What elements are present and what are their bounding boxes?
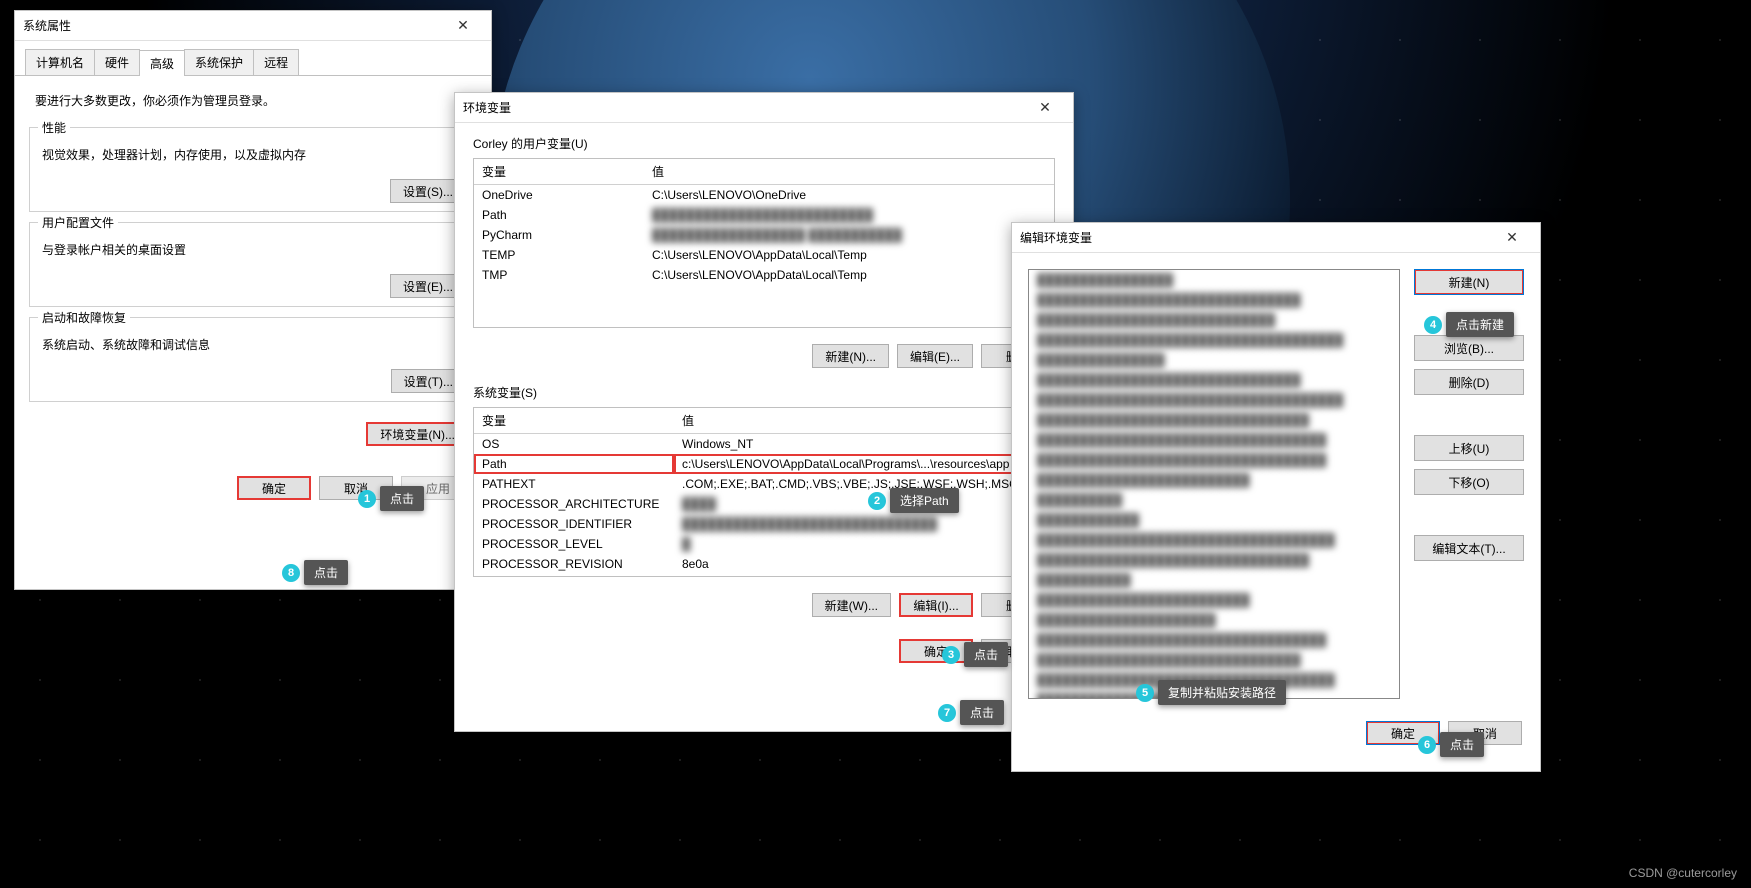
editenv-up-button[interactable]: 上移(U) (1414, 435, 1524, 461)
table-row[interactable]: TEMPC:\Users\LENOVO\AppData\Local\Temp (474, 245, 1054, 265)
list-item[interactable]: █████████████████████████ (1029, 470, 1399, 490)
sysprops-title: 系统属性 (23, 17, 443, 34)
editenv-down-button[interactable]: 下移(O) (1414, 469, 1524, 495)
sysprops-titlebar: 系统属性 ✕ (15, 11, 491, 41)
sysprops-tabs: 计算机名 硬件 高级 系统保护 远程 (15, 41, 491, 76)
list-item[interactable]: ███████████████████████████████ (1029, 650, 1399, 670)
table-row[interactable]: OneDriveC:\Users\LENOVO\OneDrive (474, 185, 1054, 206)
annot-1: 1 点击 (358, 486, 424, 511)
annot-7: 7 点击 (938, 700, 1004, 725)
sys-vars-table[interactable]: 变量 值 OSWindows_NTPathc:\Users\LENOVO\App… (474, 408, 1054, 574)
list-item[interactable]: ████████████████████████████████ (1029, 410, 1399, 430)
table-row[interactable]: PROCESSOR_REVISION8e0a (474, 554, 1054, 574)
list-item[interactable]: ████████████████████████████ (1029, 310, 1399, 330)
tab-advanced[interactable]: 高级 (139, 50, 185, 76)
admin-note: 要进行大多数更改，你必须作为管理员登录。 (15, 76, 491, 117)
list-item[interactable]: ████████████████████████████████████ (1029, 330, 1399, 350)
table-row[interactable]: PROCESSOR_IDENTIFIER████████████████████… (474, 514, 1054, 534)
table-row[interactable]: PATHEXT.COM;.EXE;.BAT;.CMD;.VBS;.VBE;.JS… (474, 474, 1054, 494)
list-item[interactable]: ██████████████████████████████████ (1029, 430, 1399, 450)
editenv-title: 编辑环境变量 (1020, 229, 1492, 246)
profiles-desc: 与登录帐户相关的桌面设置 (30, 237, 476, 268)
annot-6: 6 点击 (1418, 732, 1484, 757)
col-name[interactable]: 变量 (474, 159, 644, 185)
list-item[interactable]: ██████████ (1029, 490, 1399, 510)
annot-5: 5 复制并粘贴安装路径 (1136, 680, 1286, 705)
sysprops-ok-button[interactable]: 确定 (237, 476, 311, 500)
list-item[interactable]: ███████████████ (1029, 350, 1399, 370)
user-edit-button[interactable]: 编辑(E)... (897, 344, 973, 368)
startup-desc: 系统启动、系统故障和调试信息 (30, 332, 476, 363)
table-row[interactable]: Pathc:\Users\LENOVO\AppData\Local\Progra… (474, 454, 1054, 474)
list-item[interactable]: ██████████████████████████████████ (1029, 630, 1399, 650)
col-name[interactable]: 变量 (474, 408, 674, 434)
editenv-delete-button[interactable]: 删除(D) (1414, 369, 1524, 395)
tab-system-protection[interactable]: 系统保护 (184, 49, 254, 75)
perf-legend: 性能 (38, 119, 70, 136)
table-row[interactable]: PyCharm██████████████████ ███████████ (474, 225, 1054, 245)
annot-2: 2 选择Path (868, 488, 959, 513)
envvars-titlebar: 环境变量 ✕ (455, 93, 1073, 123)
user-new-button[interactable]: 新建(N)... (812, 344, 889, 368)
list-item[interactable]: ████████████ (1029, 510, 1399, 530)
envvars-title: 环境变量 (463, 99, 1025, 116)
profiles-section: 用户配置文件 与登录帐户相关的桌面设置 设置(E)... (29, 222, 477, 307)
profiles-legend: 用户配置文件 (38, 214, 118, 231)
list-item[interactable]: ████████████████████████████████ (1029, 550, 1399, 570)
table-row[interactable]: PROCESSOR_LEVEL█ (474, 534, 1054, 554)
close-icon[interactable]: ✕ (1492, 224, 1532, 252)
table-row[interactable]: OSWindows_NT (474, 434, 1054, 455)
list-item[interactable]: █████████████████████████ (1029, 590, 1399, 610)
list-item[interactable]: ███████████████████████████████ (1029, 370, 1399, 390)
list-item[interactable]: █████████████████████ (1029, 610, 1399, 630)
table-row[interactable]: PROCESSOR_ARCHITECTURE████ (474, 494, 1054, 514)
perf-section: 性能 视觉效果，处理器计划，内存使用，以及虚拟内存 设置(S)... (29, 127, 477, 212)
sys-edit-button[interactable]: 编辑(I)... (899, 593, 973, 617)
editenv-titlebar: 编辑环境变量 ✕ (1012, 223, 1540, 253)
editenv-browse-button[interactable]: 浏览(B)... (1414, 335, 1524, 361)
list-item[interactable]: ███████████████████████████████ (1029, 290, 1399, 310)
user-vars-table[interactable]: 变量 值 OneDriveC:\Users\LENOVO\OneDrivePat… (474, 159, 1054, 285)
tab-computer-name[interactable]: 计算机名 (25, 49, 95, 75)
list-item[interactable]: ███████████████████████████████████ (1029, 530, 1399, 550)
close-icon[interactable]: ✕ (443, 12, 483, 40)
watermark: CSDN @cutercorley (1629, 866, 1737, 880)
list-item[interactable]: ███████████ (1029, 570, 1399, 590)
table-row[interactable]: TMPC:\Users\LENOVO\AppData\Local\Temp (474, 265, 1054, 285)
col-value[interactable]: 值 (644, 159, 1054, 185)
annot-4: 4 点击新建 (1424, 312, 1514, 337)
close-icon[interactable]: ✕ (1025, 94, 1065, 122)
startup-section: 启动和故障恢复 系统启动、系统故障和调试信息 设置(T)... (29, 317, 477, 402)
env-vars-window: 环境变量 ✕ Corley 的用户变量(U) 变量 值 OneDriveC:\U… (454, 92, 1074, 732)
tab-hardware[interactable]: 硬件 (94, 49, 140, 75)
path-listbox[interactable]: ████████████████████████████████████████… (1028, 269, 1400, 699)
col-value[interactable]: 值 (674, 408, 1054, 434)
perf-desc: 视觉效果，处理器计划，内存使用，以及虚拟内存 (30, 142, 476, 173)
table-row[interactable]: Path██████████████████████████ (474, 205, 1054, 225)
sys-vars-legend: 系统变量(S) (473, 384, 1055, 401)
annot-3: 3 点击 (942, 642, 1008, 667)
startup-legend: 启动和故障恢复 (38, 309, 130, 326)
list-item[interactable]: ████████████████████████████████████ (1029, 390, 1399, 410)
editenv-edittext-button[interactable]: 编辑文本(T)... (1414, 535, 1524, 561)
list-item[interactable]: ████████████████ (1029, 270, 1399, 290)
annot-8: 8 点击 (282, 560, 348, 585)
list-item[interactable]: ██████████████████████████████████ (1029, 450, 1399, 470)
editenv-new-button[interactable]: 新建(N) (1414, 269, 1524, 295)
sys-new-button[interactable]: 新建(W)... (812, 593, 891, 617)
tab-remote[interactable]: 远程 (253, 49, 299, 75)
user-vars-legend: Corley 的用户变量(U) (473, 135, 1055, 152)
